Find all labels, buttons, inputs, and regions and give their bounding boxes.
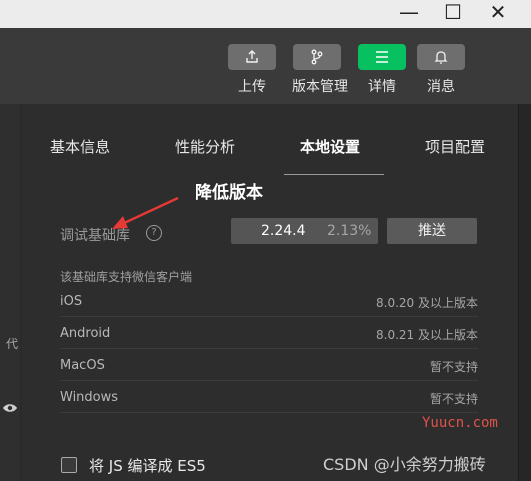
- minimize-icon[interactable]: —: [392, 0, 426, 28]
- left-sidebar-edge: 代: [0, 104, 20, 481]
- version-percent: 2.13%: [327, 223, 372, 239]
- platform-row-windows: Windows 暂不支持: [60, 390, 478, 412]
- support-description: 该基础库支持微信客户端: [60, 270, 193, 284]
- menu-icon: [358, 44, 406, 70]
- messages-button[interactable]: 消息: [416, 44, 466, 96]
- tab-local-settings[interactable]: 本地设置: [300, 136, 360, 157]
- maximize-icon[interactable]: ☐: [436, 0, 470, 28]
- upload-button[interactable]: 上传: [227, 44, 277, 96]
- row-divider: [60, 412, 478, 413]
- platform-row-ios: iOS 8.0.20 及以上版本: [60, 294, 478, 316]
- details-button[interactable]: 详情: [357, 44, 407, 96]
- right-sidebar-edge: [518, 104, 531, 481]
- platform-row-macos: MacOS 暂不支持: [60, 358, 478, 380]
- upload-icon: [228, 44, 276, 70]
- bell-icon: [417, 44, 465, 70]
- close-icon[interactable]: ✕: [481, 0, 515, 28]
- tab-project-config[interactable]: 项目配置: [425, 136, 485, 157]
- annotation-text: 降低版本: [195, 183, 263, 203]
- toolbar: 上传 版本管理 详情 消息: [0, 28, 531, 104]
- platform-value: 暂不支持: [429, 392, 478, 406]
- push-button[interactable]: 推送: [387, 218, 477, 244]
- tab-performance[interactable]: 性能分析: [175, 136, 235, 157]
- active-tab-indicator: [284, 174, 384, 175]
- yuucn-watermark: Yuucn.com: [422, 415, 498, 431]
- version-select[interactable]: 2.24.4 2.13%: [231, 218, 378, 244]
- platform-name: MacOS: [60, 358, 105, 373]
- branch-icon: [293, 44, 341, 70]
- details-label: 详情: [368, 79, 396, 95]
- platform-value: 8.0.21 及以上版本: [376, 328, 478, 342]
- platform-value: 8.0.20 及以上版本: [376, 296, 478, 310]
- version-management-button[interactable]: 版本管理: [292, 44, 348, 96]
- csdn-watermark: CSDN @小余努力搬砖: [323, 455, 486, 474]
- eye-icon[interactable]: [2, 402, 18, 414]
- es5-checkbox[interactable]: [61, 457, 77, 473]
- base-library-label: 调试基础库: [60, 228, 130, 244]
- es5-label[interactable]: 将 JS 编译成 ES5: [89, 455, 206, 476]
- version-management-label: 版本管理: [292, 79, 348, 95]
- platform-row-android: Android 8.0.21 及以上版本: [60, 326, 478, 348]
- tab-basic-info[interactable]: 基本信息: [50, 136, 110, 157]
- row-divider: [60, 348, 478, 349]
- version-value: 2.24.4: [261, 223, 306, 239]
- title-bar: — ☐ ✕: [0, 0, 531, 28]
- platform-value: 暂不支持: [429, 360, 478, 374]
- sidebar-fragment: 代: [6, 337, 19, 351]
- platform-name: Windows: [60, 390, 119, 405]
- row-divider: [60, 316, 478, 317]
- messages-label: 消息: [427, 79, 455, 95]
- help-icon[interactable]: ?: [146, 225, 162, 241]
- platform-name: Android: [60, 326, 111, 341]
- platform-name: iOS: [60, 294, 83, 309]
- row-divider: [60, 380, 478, 381]
- upload-label: 上传: [238, 79, 266, 95]
